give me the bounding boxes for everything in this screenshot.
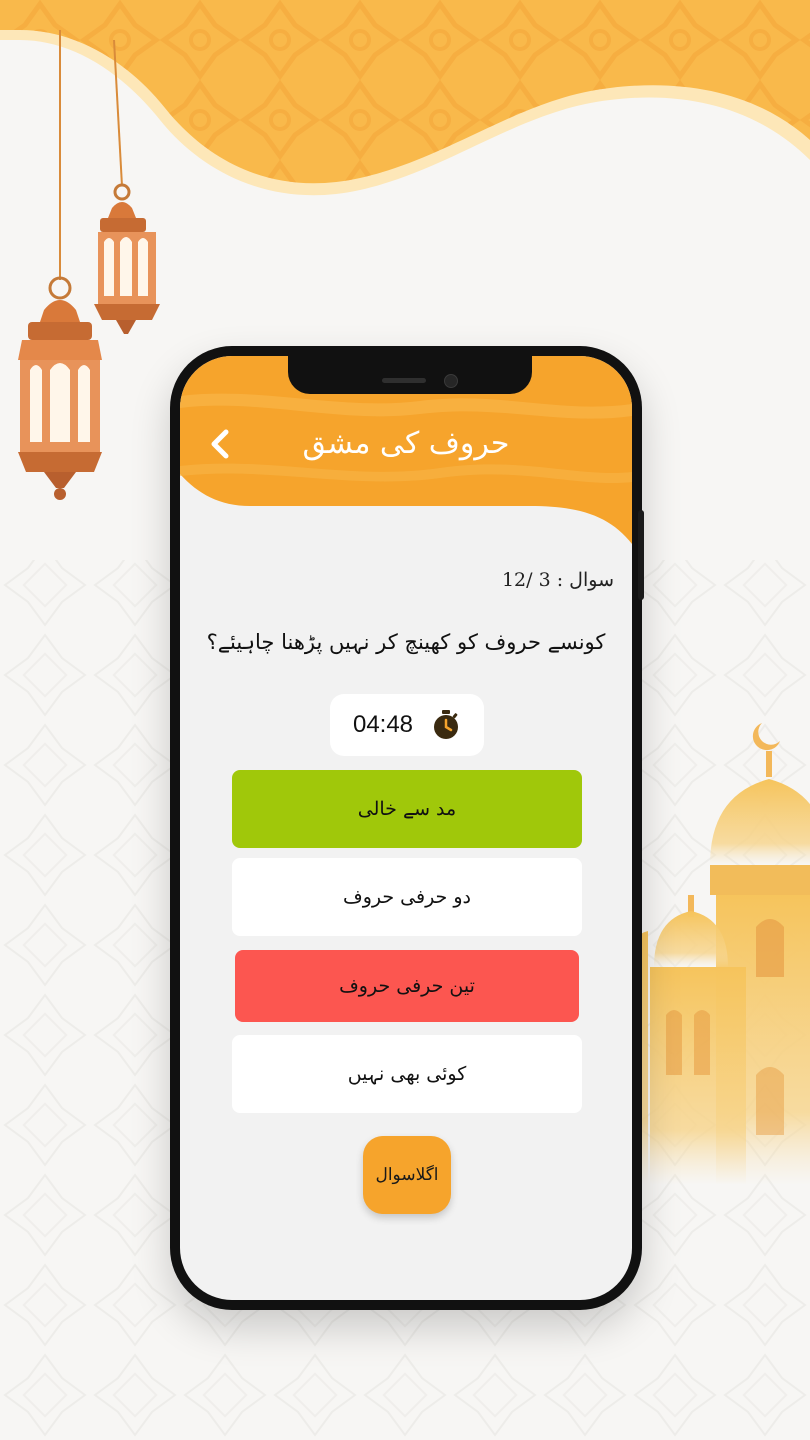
- page-title: حروف کی مشق: [302, 426, 510, 461]
- answer-option-correct[interactable]: مد سے خالی: [232, 770, 582, 848]
- next-question-button[interactable]: اگلاسوال: [363, 1136, 451, 1214]
- hanging-lantern-icon: [94, 40, 160, 334]
- mosque-illustration: [630, 723, 810, 1185]
- answer-option[interactable]: دو حرفی حروف: [232, 858, 582, 936]
- question-counter: سوال : 3 /12: [501, 569, 614, 591]
- answer-option[interactable]: کوئی بھی نہیں: [232, 1035, 582, 1113]
- countdown-timer: 04:48: [330, 694, 484, 756]
- chevron-left-icon: [211, 429, 229, 459]
- phone-frame: حروف کی مشق سوال : 3 /12 کونسے حروف کو ک…: [170, 346, 642, 1310]
- phone-notch: [288, 356, 532, 394]
- timer-value: 04:48: [352, 711, 414, 738]
- front-camera: [444, 374, 458, 388]
- app-screen: حروف کی مشق سوال : 3 /12 کونسے حروف کو ک…: [180, 356, 632, 1300]
- back-button[interactable]: [202, 424, 238, 464]
- stopwatch-icon: [434, 710, 459, 739]
- phone-side-button: [638, 510, 644, 600]
- answer-option-wrong[interactable]: تین حرفی حروف: [235, 950, 579, 1022]
- question-text: کونسے حروف کو کھینچ کر نہیں پڑھنا چاہیئے…: [206, 630, 606, 654]
- speaker-grille: [382, 378, 426, 383]
